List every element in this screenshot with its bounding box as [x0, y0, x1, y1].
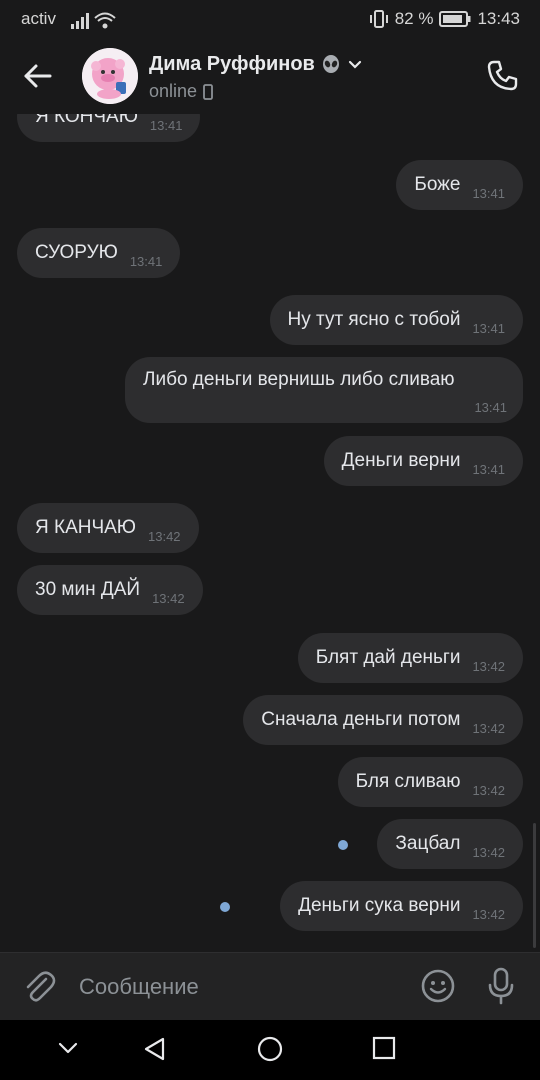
message-time: 13:42: [472, 906, 505, 922]
message-outgoing[interactable]: Блят дай деньги 13:42: [297, 633, 523, 683]
message-text: Сначала деньги потом: [261, 709, 461, 730]
vibrate-icon: [369, 10, 388, 28]
message-time: 13:42: [148, 528, 181, 544]
microphone-icon[interactable]: [486, 966, 516, 1006]
message-text: Деньги верни: [341, 450, 461, 471]
carrier-label: activ: [21, 9, 56, 28]
message-text: 30 мин ДАЙ: [35, 579, 141, 600]
message-list[interactable]: Я КОНЧАЮ 13:41 Боже 13:41 СУОРУЮ 13:41 Н…: [0, 114, 540, 952]
nav-recents-icon[interactable]: [372, 1036, 396, 1060]
arrow-left-icon[interactable]: [20, 58, 56, 94]
message-incoming[interactable]: Я КОНЧАЮ 13:41: [17, 114, 201, 142]
message-time: 13:42: [472, 782, 505, 798]
contact-name-text: Дима Руффинов: [149, 53, 315, 75]
message-text: Блят дай деньги: [315, 647, 461, 668]
message-text: Ну тут ясно с тобой: [287, 309, 461, 330]
message-outgoing[interactable]: Зацбал 13:42: [377, 819, 523, 869]
battery-percent: 82 %: [394, 9, 434, 28]
message-time: 13:41: [129, 253, 163, 269]
message-time: 13:42: [472, 658, 505, 674]
nav-home-icon[interactable]: [257, 1036, 283, 1062]
message-outgoing[interactable]: Бля сливаю 13:42: [337, 757, 523, 807]
scrollbar[interactable]: [533, 823, 536, 948]
paperclip-icon[interactable]: [20, 967, 58, 1007]
online-status: online: [149, 81, 198, 101]
message-time: 13:41: [472, 461, 505, 477]
mobile-device-icon: [203, 83, 213, 100]
smile-icon[interactable]: [420, 968, 456, 1004]
clock: 13:43: [477, 9, 520, 28]
message-outgoing[interactable]: Ну тут ясно с тобой 13:41: [269, 295, 523, 345]
status-bar: activ 82 % 13:43: [0, 0, 540, 38]
message-time: 13:41: [474, 400, 507, 415]
message-outgoing[interactable]: Сначала деньги потом 13:42: [243, 695, 523, 745]
unread-dot: [338, 840, 348, 850]
battery-icon: [439, 11, 471, 27]
message-text: Боже: [414, 174, 461, 195]
chat-header: Дима Руффинов online: [0, 38, 540, 114]
message-time: 13:41: [472, 320, 505, 336]
message-incoming[interactable]: Я КАНЧАЮ 13:42: [17, 503, 199, 553]
message-text: Зацбал: [395, 833, 461, 854]
message-outgoing[interactable]: Либо деньги вернишь либо сливаю 13:41: [125, 357, 523, 423]
phone-icon[interactable]: [482, 56, 522, 96]
message-outgoing[interactable]: Боже 13:41: [396, 160, 523, 210]
message-text: Бля сливаю: [355, 771, 461, 792]
pink-hedgehog-avatar-icon: [82, 48, 138, 104]
message-text: СУОРУЮ: [35, 242, 118, 263]
message-input[interactable]: Сообщение: [79, 974, 199, 1000]
contact-status: online: [149, 81, 213, 102]
unread-dot: [220, 902, 230, 912]
avatar[interactable]: [82, 48, 138, 104]
message-time: 13:41: [149, 117, 183, 133]
chevron-down-icon[interactable]: [56, 1036, 80, 1060]
signal-wifi-icon: [71, 12, 116, 29]
message-time: 13:42: [152, 590, 185, 606]
message-outgoing[interactable]: Деньги сука верни 13:42: [280, 881, 523, 931]
nav-back-icon[interactable]: [142, 1036, 168, 1062]
message-time: 13:41: [472, 185, 505, 201]
message-time: 13:42: [472, 844, 505, 860]
message-text: Деньги сука верни: [298, 895, 461, 916]
alien-emoji-icon: [322, 54, 339, 73]
contact-name[interactable]: Дима Руффинов: [149, 53, 363, 76]
message-outgoing[interactable]: Деньги верни 13:41: [323, 436, 523, 486]
message-time: 13:42: [472, 720, 505, 736]
message-text: Я КОНЧАЮ: [35, 114, 138, 127]
message-text: Я КАНЧАЮ: [35, 517, 136, 538]
message-incoming[interactable]: 30 мин ДАЙ 13:42: [17, 565, 203, 615]
chevron-down-icon[interactable]: [347, 57, 363, 73]
system-nav-bar: [0, 1020, 540, 1080]
message-text: Либо деньги вернишь либо сливаю: [143, 369, 455, 390]
message-composer: Сообщение: [0, 952, 540, 1020]
message-incoming[interactable]: СУОРУЮ 13:41: [17, 228, 181, 278]
